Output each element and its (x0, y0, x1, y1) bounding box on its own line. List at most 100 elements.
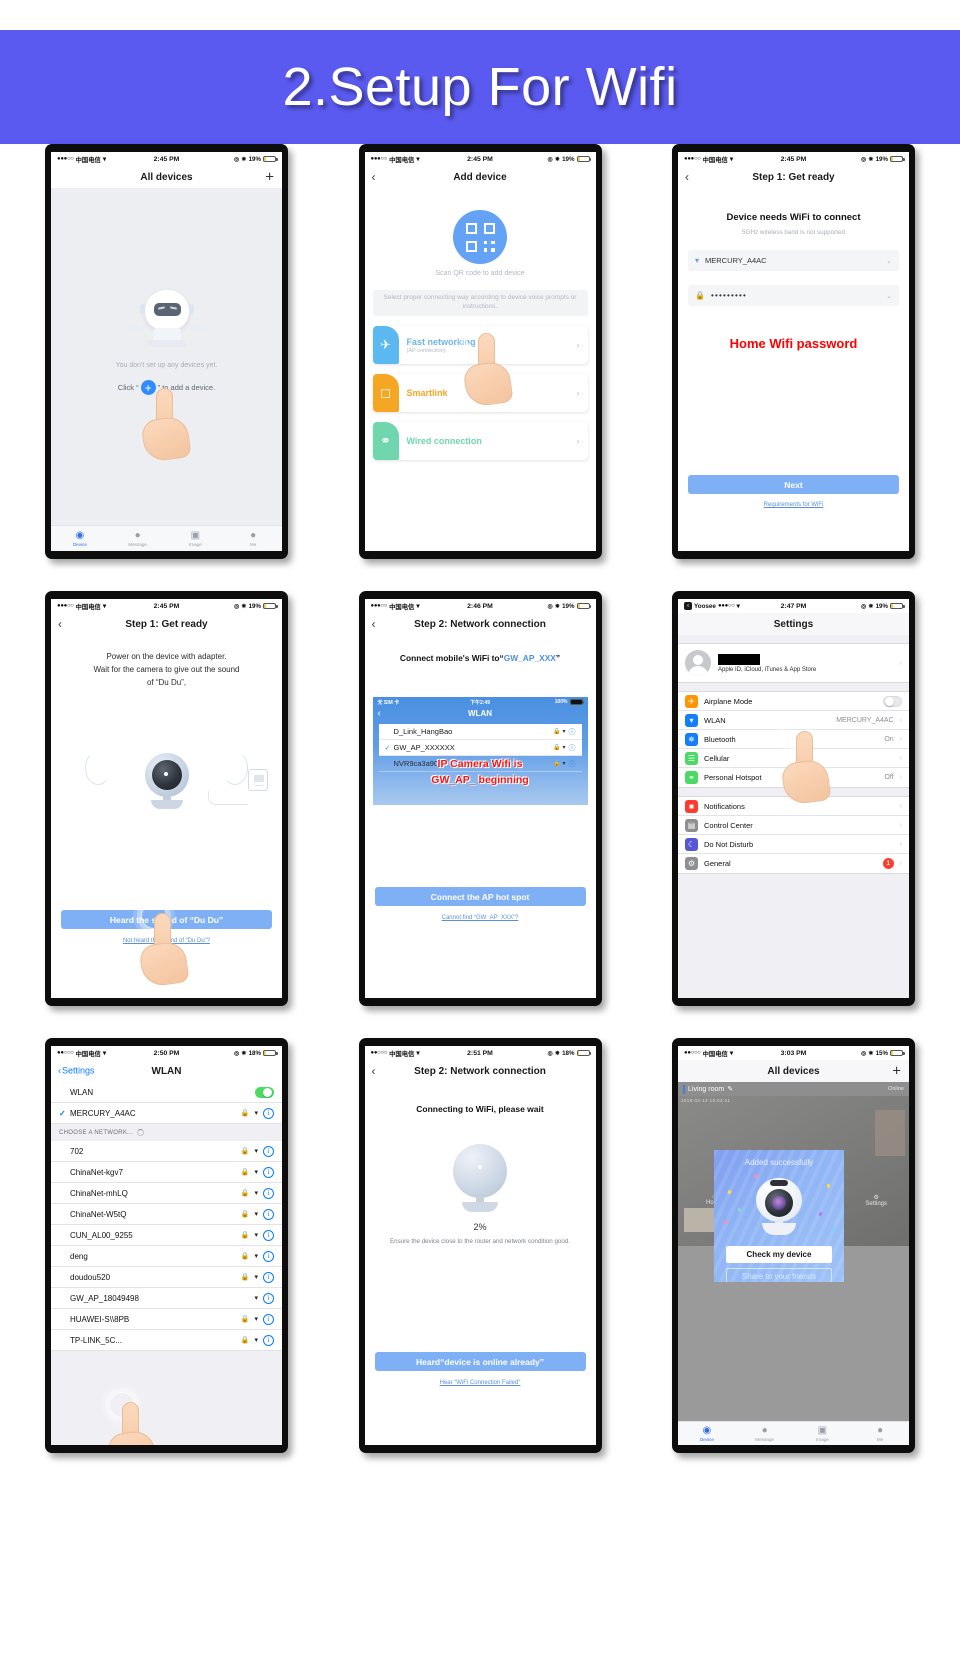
tab-me[interactable]: ● Me (851, 1422, 909, 1445)
network-row[interactable]: CUN_AL00_9255 🔒 ▾ i (51, 1225, 282, 1246)
location-icon: ◎ (234, 602, 240, 610)
wifi-failed-link[interactable]: Hear “WiFi Connection Failed” (365, 1380, 596, 1386)
next-button[interactable]: Next (688, 475, 899, 494)
network-row[interactable]: TP-LINK_5C... 🔒 ▾ i (51, 1330, 282, 1351)
tab-image[interactable]: ▣ Image (167, 526, 225, 551)
location-icon: ◎ (547, 602, 553, 610)
info-icon[interactable]: i (263, 1166, 274, 1178)
chevron-right-icon: › (899, 821, 902, 829)
settings-row-cellular[interactable]: ☰ Cellular › (678, 749, 909, 768)
back-button[interactable]: ‹ (685, 171, 689, 183)
back-button[interactable]: ‹ (372, 618, 376, 630)
info-icon[interactable]: i (263, 1145, 274, 1157)
option-wired-connection[interactable]: ⚭ Wired connection › (372, 422, 588, 460)
phone-all-devices-empty: ●●●○○ 中国电信 ▾ 2:45 PM ◎ ✵ 19% All devices… (45, 144, 288, 559)
tab-device[interactable]: ◉ Device (678, 1422, 736, 1445)
tab-device[interactable]: ◉ Device (51, 526, 109, 551)
connect-ap-button[interactable]: Connect the AP hot spot (374, 887, 586, 906)
nav-title: All devices (767, 1065, 820, 1077)
network-row[interactable]: deng 🔒 ▾ i (51, 1246, 282, 1267)
settings-row-airplane-mode[interactable]: ✈ Airplane Mode (678, 692, 909, 711)
network-name: GW_AP_XXXXXX (393, 743, 455, 752)
heard-online-button[interactable]: Heard“device is online already” (374, 1352, 586, 1371)
wlan-toggle[interactable] (255, 1086, 274, 1098)
info-icon[interactable]: i (263, 1271, 274, 1283)
app-back-label[interactable]: Yoosee (694, 603, 716, 610)
tab-me[interactable]: ● Me (224, 526, 282, 551)
edit-icon[interactable]: ✎ (727, 1085, 733, 1093)
android-icon: ◻ (372, 374, 399, 412)
chevron-right-icon: › (899, 840, 902, 848)
ssid-field[interactable]: ▾ MERCURY_A4AC ⌄ (688, 250, 899, 271)
battery-icon (569, 698, 584, 706)
info-icon[interactable]: i (263, 1187, 274, 1199)
wifi-icon: ▾ (254, 1211, 258, 1218)
tab-message[interactable]: ● Message (109, 526, 167, 551)
carrier-label: 中国电信 (389, 1050, 415, 1058)
nav-bar: Settings (678, 613, 909, 635)
info-icon[interactable]: i (263, 1313, 274, 1325)
cannot-find-link[interactable]: Cannot find “GW_AP_XXX”? (365, 915, 596, 921)
tab-image[interactable]: ▣ Image (794, 1422, 852, 1445)
back-button[interactable]: ‹ (58, 618, 62, 630)
info-icon[interactable]: i (263, 1292, 274, 1304)
info-icon[interactable]: i (263, 1229, 274, 1241)
wlan-toggle-row[interactable]: WLAN (51, 1082, 282, 1103)
network-row[interactable]: ChinaNet-kgv7 🔒 ▾ i (51, 1162, 282, 1183)
network-row[interactable]: doudou520 🔒 ▾ i (51, 1267, 282, 1288)
back-button[interactable]: ‹ (372, 1065, 376, 1077)
network-row[interactable]: 702 🔒 ▾ i (51, 1141, 282, 1162)
settings-row-personal-hotspot[interactable]: ⚭ Personal Hotspot Off › (678, 768, 909, 787)
network-row[interactable]: ChinaNet-W5tQ 🔒 ▾ i (51, 1204, 282, 1225)
network-row[interactable]: HUAWEI-S\\8PB 🔒 ▾ i (51, 1309, 282, 1330)
back-button[interactable]: ‹ (372, 171, 376, 183)
not-heard-link[interactable]: Not heard the sound of “Du Du”? (51, 938, 282, 944)
lock-icon: 🔒 (240, 1316, 250, 1323)
chevron-down-icon[interactable]: ⌄ (886, 257, 892, 265)
overlay-settings-button[interactable]: ⚙ Settings (865, 1194, 887, 1207)
mock-network-row[interactable]: ✓ GW_AP_XXXXXX 🔒 ▾ ⓘ (378, 740, 582, 756)
tab-message[interactable]: ● Message (736, 1422, 794, 1445)
connecting-note: Ensure the device close to the router an… (390, 1238, 570, 1245)
network-row[interactable]: ChinaNet-mhLQ 🔒 ▾ i (51, 1183, 282, 1204)
app-back-icon[interactable]: ‹ (684, 602, 692, 610)
info-icon[interactable]: i (263, 1250, 274, 1262)
back-button[interactable]: ‹ (378, 708, 381, 719)
info-icon[interactable]: i (263, 1334, 274, 1346)
back-to-settings-button[interactable]: ‹ Settings (58, 1066, 95, 1076)
apple-id-card[interactable]: Apple ID, iCloud, iTunes & App Store › (678, 643, 909, 683)
share-to-friends-button[interactable]: Share to your friends (726, 1268, 832, 1282)
grid-row-2: ●●●○○ 中国电信 ▾ 2:45 PM ◎ ✵ 19% ‹ Step 1: G… (0, 591, 960, 1006)
wifi-icon: ▾ (254, 1337, 258, 1344)
info-icon[interactable]: ⓘ (569, 743, 576, 753)
scan-qr-button[interactable] (453, 210, 507, 264)
settings-row-do-not-disturb[interactable]: ☾ Do Not Disturb › (678, 835, 909, 854)
password-field[interactable]: 🔒 ••••••••• ⌄ (688, 285, 899, 306)
settings-row-general[interactable]: ⚙ General 1 › (678, 854, 909, 873)
add-device-button[interactable]: + (892, 1064, 901, 1079)
chevron-right-icon: › (576, 388, 580, 398)
mock-network-row[interactable]: D_Link_HangBao 🔒 ▾ ⓘ (378, 724, 582, 740)
info-icon[interactable]: i (263, 1107, 274, 1119)
info-icon[interactable]: ⓘ (569, 727, 576, 737)
image-icon: ▣ (190, 529, 201, 541)
apple-id-row[interactable]: Apple ID, iCloud, iTunes & App Store › (678, 644, 909, 682)
check-my-device-button[interactable]: Check my device (726, 1246, 832, 1263)
row-label: Do Not Disturb (704, 839, 754, 849)
airplane-mode-toggle[interactable] (883, 695, 902, 707)
settings-row-control-center[interactable]: ▤ Control Center › (678, 816, 909, 835)
option-subtitle: (AP connection) (406, 347, 446, 354)
add-device-button[interactable]: + (265, 170, 274, 185)
network-row-gw-ap[interactable]: GW_AP_18049498 ▾ i (51, 1288, 282, 1309)
option-smartlink[interactable]: ◻ Smartlink › (372, 374, 588, 412)
info-icon[interactable]: i (263, 1208, 274, 1220)
screen-body: Living room ✎ Online 2018-03-12 15:03:21… (678, 1082, 909, 1445)
battery-percent: 19% (562, 155, 575, 163)
moon-icon: ☾ (685, 837, 698, 851)
chevron-down-icon[interactable]: ⌄ (886, 292, 892, 300)
settings-row-notifications[interactable]: ■ Notifications › (678, 797, 909, 816)
room-bar[interactable]: Living room ✎ Online (678, 1082, 909, 1096)
requirements-link[interactable]: Requirements for WiFi (678, 502, 909, 508)
wlan-connected-row[interactable]: ✓ MERCURY_A4AC 🔒 ▾ i (51, 1103, 282, 1124)
tab-label: Message (755, 1436, 774, 1442)
